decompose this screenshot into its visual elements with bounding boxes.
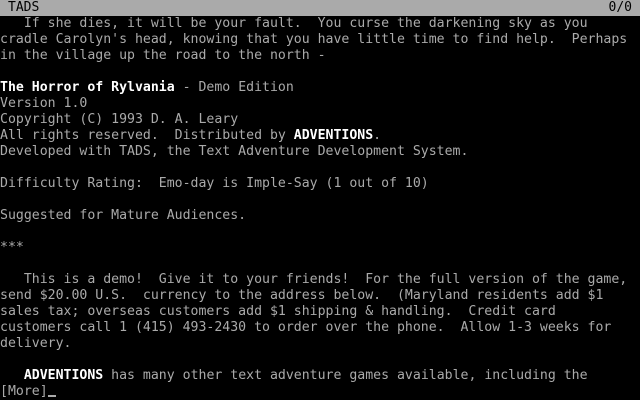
demo-line-5: delivery. [0,336,72,351]
more-games-indent [0,368,24,383]
rights-text: All rights reserved. Distributed by [0,128,294,143]
intro-line-1: If she dies, it will be your fault. You … [0,16,588,31]
terminal-screen: TADS 0/0 If she dies, it will be your fa… [0,0,640,400]
game-title: The Horror of Rylvania [0,80,175,95]
demo-line-3: sales tax; overseas customers add $1 shi… [0,304,556,319]
demo-line-4: customers call 1 (415) 493-2430 to order… [0,320,612,335]
edition-label: - Demo Edition [174,80,294,95]
copyright-line: Copyright (C) 1993 D. A. Leary [0,112,239,127]
status-title: TADS [8,0,40,15]
title-line: The Horror of Rylvania - Demo Edition [0,80,640,96]
more-games-line: ADVENTIONS has many other text adventure… [0,368,640,384]
more-games-publisher: ADVENTIONS [23,368,104,383]
status-score: 0/0 [608,0,632,15]
more-prompt-line[interactable]: [More] [0,384,640,400]
rights-line: All rights reserved. Distributed by ADVE… [0,128,640,144]
intro-line-2: cradle Carolyn's head, knowing that you … [0,32,628,47]
difficulty-line: Difficulty Rating: Emo-day is Imple-Say … [0,176,429,191]
version-line: Version 1.0 [0,96,88,111]
demo-line-2: send $20.00 U.S. currency to the address… [0,288,604,303]
more-games-text: has many other text adventure games avai… [103,368,588,383]
more-prompt[interactable]: [More] [0,384,48,399]
developed-line: Developed with TADS, the Text Adventure … [0,144,469,159]
demo-line-1: This is a demo! Give it to your friends!… [0,272,628,287]
audience-line: Suggested for Mature Audiences. [0,208,247,223]
status-bar: TADS 0/0 [0,0,640,16]
publisher-name: ADVENTIONS [293,128,374,143]
rights-end: . [373,128,382,143]
text-cursor [47,395,56,397]
intro-line-3: in the village up the road to the north … [0,48,326,63]
separator: *** [0,240,24,255]
